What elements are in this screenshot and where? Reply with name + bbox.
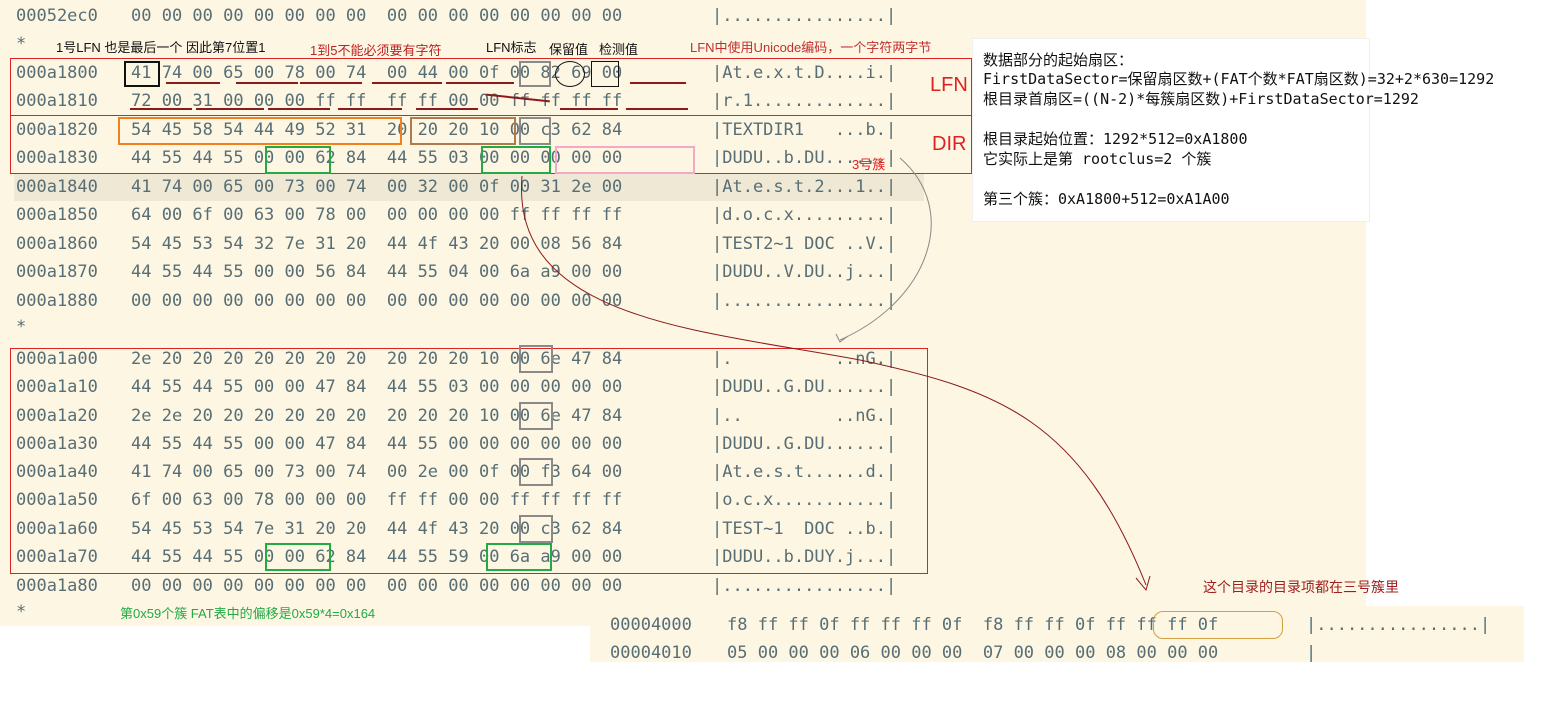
fat-arrow bbox=[521, 175, 1147, 586]
cluster3-arrow-head bbox=[835, 333, 849, 343]
annotation-arrows bbox=[521, 157, 1151, 592]
cluster3-arrow bbox=[839, 157, 932, 341]
